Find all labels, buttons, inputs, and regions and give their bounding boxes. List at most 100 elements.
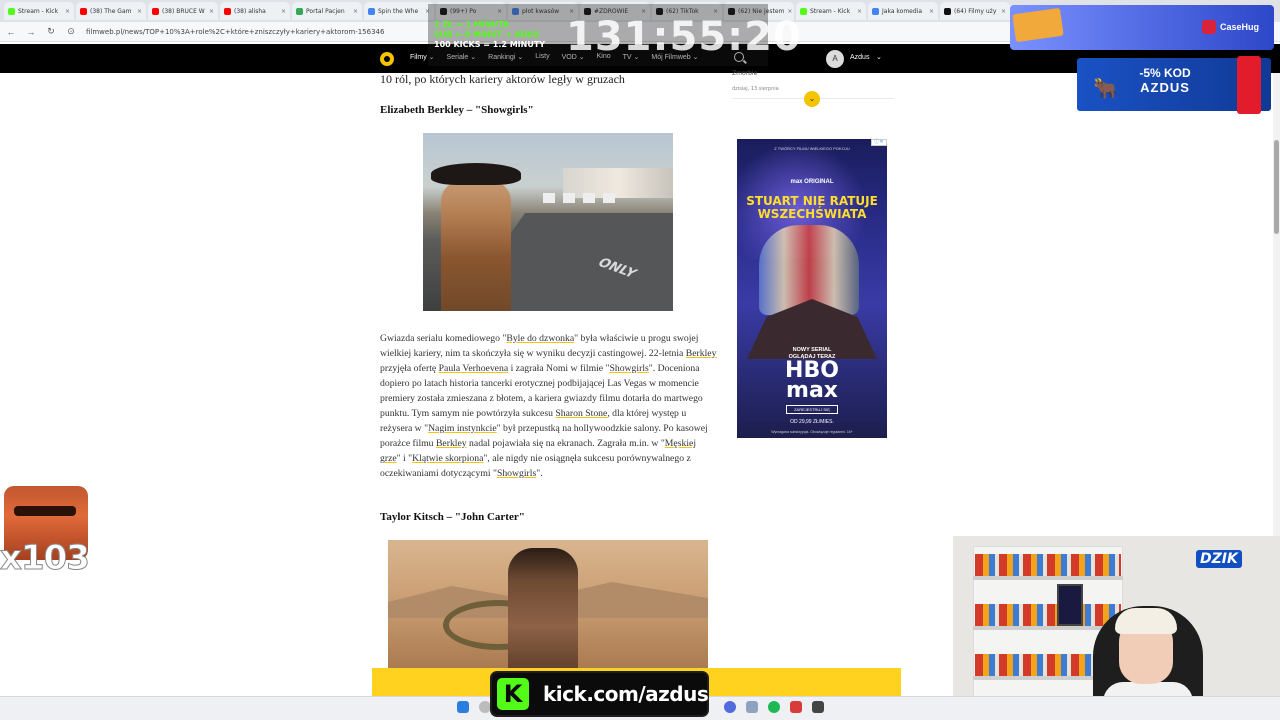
browser-tab[interactable]: Portal Pacjen × [292,2,362,20]
ad-subtitle-line: NOWY SERIAL [792,347,832,353]
dzik-discount: -5% KOD AZDUS [1110,66,1220,95]
ad-price: OD 29,99 ZŁ/MIES. [790,419,834,425]
logo-line: max [786,378,838,403]
close-tab-icon[interactable]: × [353,8,358,15]
avatar[interactable]: A [826,50,844,68]
dzik-logo: DZIK [1196,550,1242,568]
tab-favicon-icon [872,7,879,15]
article-link[interactable]: Berkley [436,438,467,449]
chevron-down-icon[interactable]: ⌄ [876,53,882,61]
paragraph-text: Gwiazda serialu komediowego " [380,333,507,344]
site-info-icon[interactable]: ⊙ [66,26,76,37]
tab-favicon-icon [368,7,375,15]
close-tab-icon[interactable]: × [65,8,70,15]
browser-tab[interactable]: Stream - Kick × [796,2,866,20]
paragraph-text: nadal pojawiała się na ekranach. Zagrała… [466,438,665,449]
ad-tagline: Z TWÓRCY FILMU WIELKIEGO POKOJU [774,146,850,151]
article-link[interactable]: Paula Verhoevena [439,363,509,374]
paragraph-text: ". [536,468,543,479]
paragraph-text: " i " [396,453,413,464]
app-icon[interactable] [746,701,758,713]
hbo-max-ad-banner[interactable]: Z TWÓRCY FILMU WIELKIEGO POKOJU max ORIG… [737,139,887,438]
sidebar-item-title[interactable]: Zmorbie [732,70,757,77]
start-menu-icon[interactable] [457,701,469,713]
article-link[interactable]: Klątwie skorpiona [412,453,483,464]
article-image-john-carter [388,540,708,670]
article-paragraph: Gwiazda serialu komediowego "Byle do dzw… [380,331,718,481]
reload-icon[interactable]: ↻ [46,26,56,37]
tab-label: (38) BRUCE W [162,7,205,15]
article-link[interactable]: Showgirls [609,363,648,374]
tab-label: Portal Pacjen [306,7,345,15]
screen: Stream - Kick × (38) The Gam × (38) BRUCE W ×… [0,0,1280,720]
forward-icon[interactable]: → [26,27,36,37]
close-tab-icon[interactable]: × [137,8,142,15]
tab-label: Spin the Whe [378,7,419,15]
app-icon[interactable] [790,701,802,713]
image-person [441,181,511,311]
tab-label: Jaka komedia [882,7,923,15]
tab-favicon-icon [8,7,15,15]
close-tab-icon[interactable]: × [857,8,862,15]
previous-article-title[interactable]: 10 ról, po których kariery aktorów legły… [380,72,625,87]
donation-rules: 2 ZŁ = 1 MINUTA SUB = 8 MINUT + KOŁO 100… [434,20,545,50]
chevron-down-icon[interactable]: ⌄ [804,91,820,107]
tab-label: Stream - Kick [810,7,851,15]
article-link[interactable]: Sharon Stone [555,408,607,419]
tab-label: (64) Filmy uży [954,7,997,15]
spotify-icon[interactable] [768,701,780,713]
back-icon[interactable]: ← [6,27,16,37]
filmweb-logo[interactable] [380,52,394,66]
energy-drink-can [1237,56,1261,114]
streamer-hair [1115,608,1177,634]
shelf-items [975,604,1121,626]
scrollbar-thumb[interactable] [1274,140,1279,234]
nav-label: Filmy [410,54,427,61]
article-link[interactable]: Showgirls [497,468,536,479]
hbo-max-logo: HBO max [737,360,887,403]
emote-eyes [14,506,76,516]
tab-favicon-icon [80,7,87,15]
article-link[interactable]: Nagim instynkcie [428,423,497,434]
tab-favicon-icon [296,7,303,15]
tab-favicon-icon [152,7,159,15]
kick-logo-icon: K [497,678,529,710]
url-field[interactable]: filmweb.pl/news/TOP+10%3A+role%2C+które+… [86,28,384,36]
browser-tab[interactable]: (38) BRUCE W × [148,2,218,20]
kick-url: kick.com/azdus [543,682,709,706]
casehug-logo-icon [1202,20,1216,34]
browser-tab[interactable]: Stream - Kick × [4,2,74,20]
image-person [508,548,578,670]
browser-tab[interactable]: (38) alisha × [220,2,290,20]
ad-title-line: WSZECHŚWIATA [757,207,867,221]
close-tab-icon[interactable]: × [281,8,286,15]
article-link[interactable]: Berkley [686,348,717,359]
ad-choices-icon[interactable]: ⓘ✕ [871,139,887,146]
browser-tab[interactable]: (64) Filmy uży × [940,2,1010,20]
ad-title: STUART NIE RATUJE WSZECHŚWIATA [737,195,887,221]
terminal-icon[interactable] [812,701,824,713]
close-tab-icon[interactable]: × [929,8,934,15]
tab-favicon-icon [224,7,231,15]
article-link[interactable]: Byle do dzwonka [506,333,574,344]
close-tab-icon[interactable]: × [209,8,214,15]
image-cars [543,193,623,203]
casehug-label: CaseHug [1220,22,1260,32]
browser-tab[interactable]: Jaka komedia × [868,2,938,20]
tab-label: (38) The Gam [90,7,132,15]
donation-rule: SUB = 8 MINUT + KOŁO [434,30,540,39]
browser-tab[interactable]: (38) The Gam × [76,2,146,20]
close-tab-icon[interactable]: × [1001,8,1006,15]
shelf-items [975,554,1121,576]
ad-register-button[interactable]: ZAREJESTRUJ SIĘ [786,405,838,414]
paragraph-text: przyjęła ofertę [380,363,439,374]
browser-tab[interactable]: Spin the Whe × [364,2,434,20]
sidebar-item-date: dzisiaj, 13 sierpnia [732,86,779,92]
donation-rule: 100 KICKS = 1.2 MINUTY [434,40,546,49]
discount-label: -5% KOD [1139,66,1191,80]
emote-counter: x103 [0,538,90,579]
article-image-showgirls: ONLY [423,133,673,311]
discord-icon[interactable] [724,701,736,713]
username[interactable]: Azdus [850,54,869,61]
section-heading: Taylor Kitsch – "John Carter" [380,511,525,523]
